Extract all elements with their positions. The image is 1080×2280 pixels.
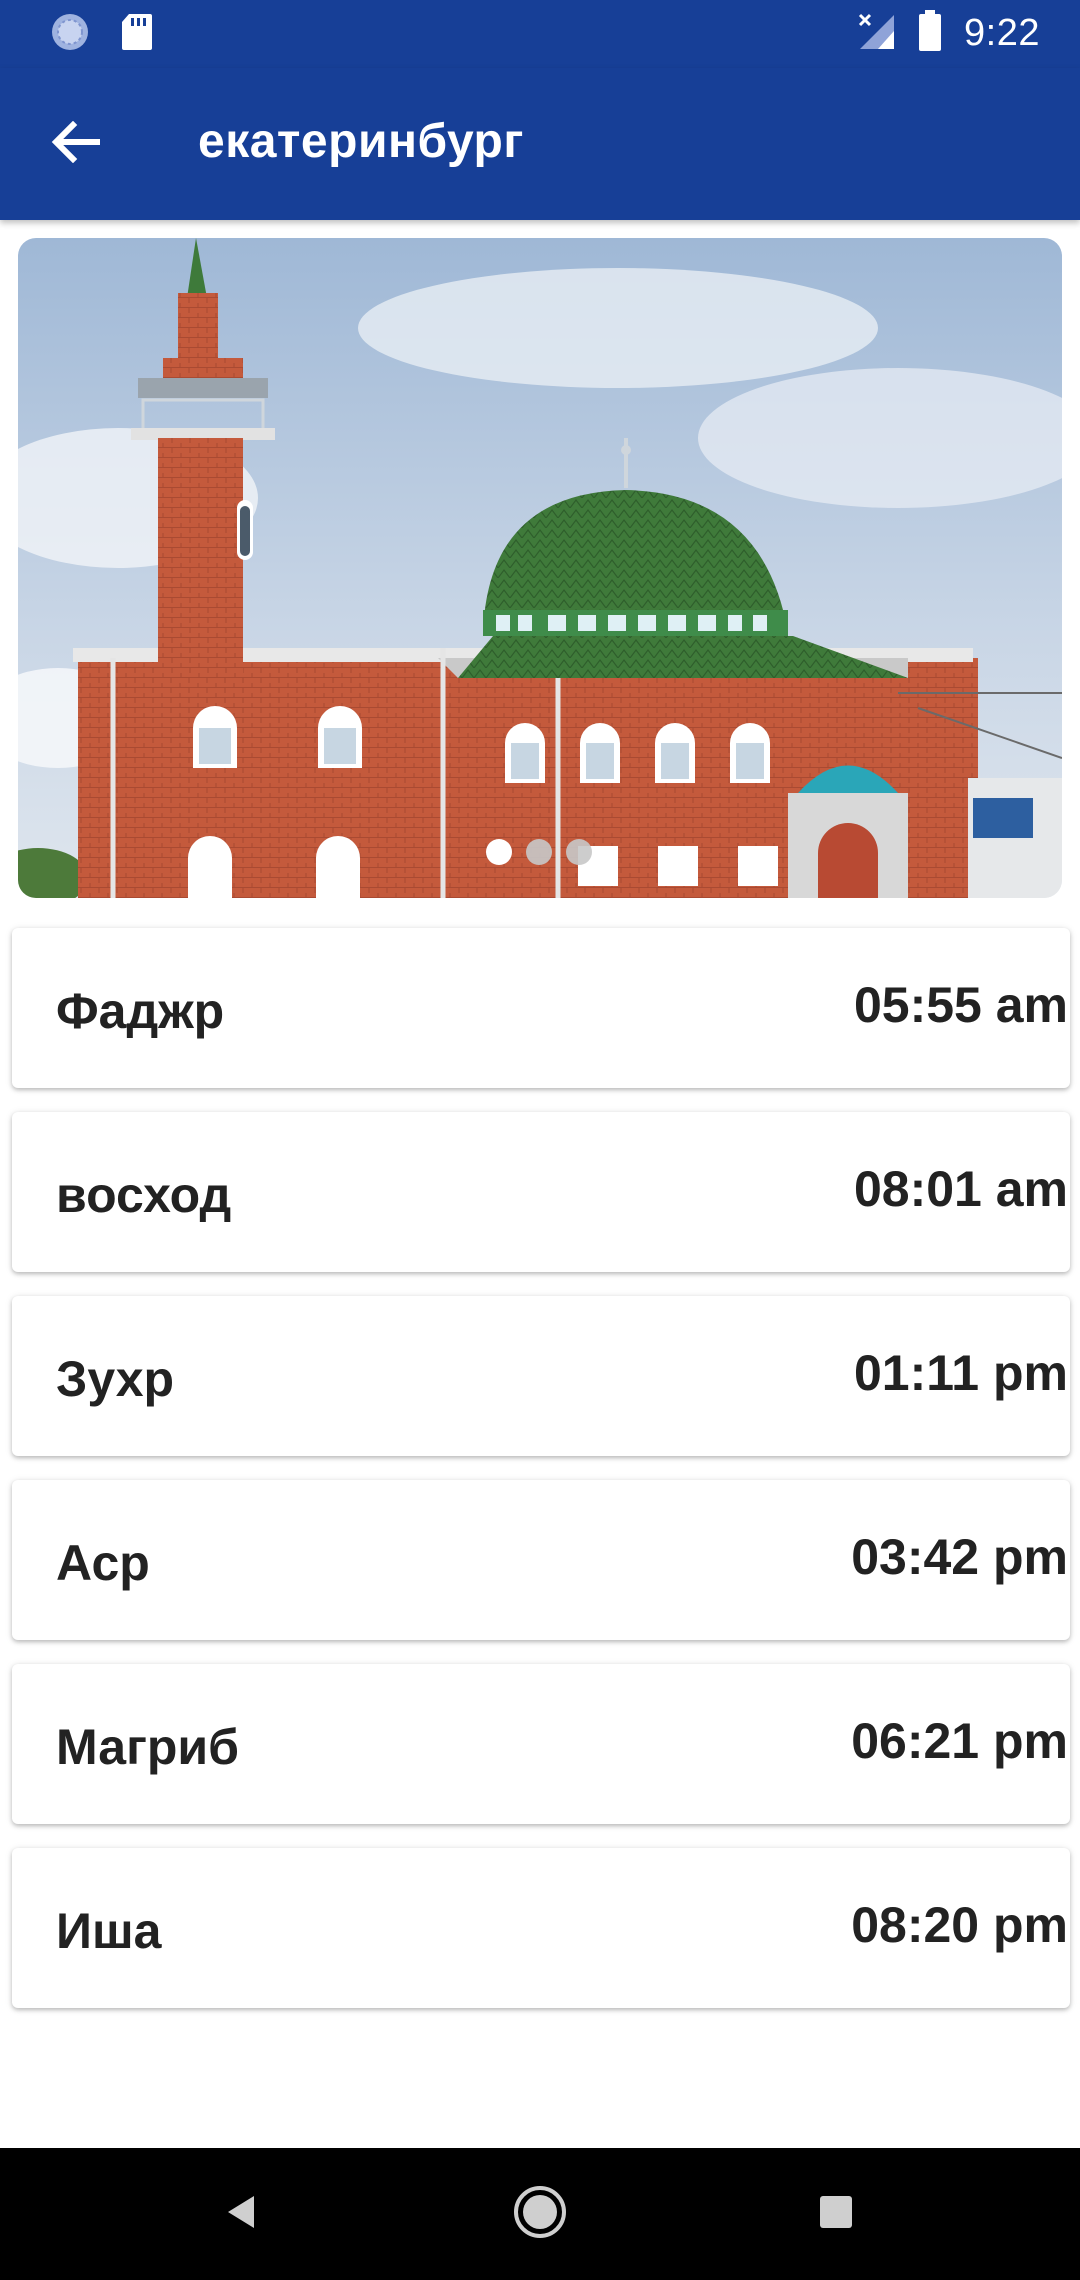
prayer-name: Аср (56, 1535, 150, 1591)
sd-card-icon (120, 12, 154, 57)
page-title: екатеринбург (198, 115, 524, 168)
prayer-name: Фаджр (56, 983, 225, 1039)
prayer-row-fajr[interactable]: Фаджр 05:55 am (12, 928, 1070, 1088)
back-triangle-icon (222, 2192, 262, 2237)
prayer-time: 08:20 pm (851, 1897, 1068, 1953)
carousel-dot[interactable] (486, 839, 512, 865)
prayer-name: Зухр (56, 1351, 175, 1407)
sync-icon (50, 12, 90, 57)
recents-square-icon (818, 2194, 854, 2235)
home-circle-icon (512, 2184, 568, 2245)
app-bar: екатеринбург (0, 68, 1080, 220)
carousel-indicator (486, 839, 592, 865)
prayer-name: восход (56, 1167, 232, 1223)
prayer-row-isha[interactable]: Иша 08:20 pm (12, 1848, 1070, 2008)
carousel-dot[interactable] (566, 839, 592, 865)
carousel-dot[interactable] (526, 839, 552, 865)
prayer-time: 06:21 pm (851, 1713, 1068, 1769)
prayer-time: 05:55 am (853, 977, 1068, 1033)
prayer-times-list: Фаджр 05:55 am восход 08:01 am Зухр 01:1… (12, 928, 1070, 2032)
status-clock: 9:22 (964, 12, 1040, 54)
signal-off-icon (856, 11, 896, 56)
prayer-time: 01:11 pm (853, 1345, 1068, 1401)
status-bar: 9:22 (0, 0, 1080, 68)
prayer-row-asr[interactable]: Аср 03:42 pm (12, 1480, 1070, 1640)
nav-back-button[interactable] (210, 2182, 274, 2246)
prayer-name: Магриб (56, 1719, 240, 1775)
prayer-time: 03:42 pm (851, 1529, 1068, 1585)
nav-recents-button[interactable] (804, 2182, 868, 2246)
mosque-photo (18, 238, 1062, 898)
prayer-row-maghrib[interactable]: Магриб 06:21 pm (12, 1664, 1070, 1824)
prayer-name: Иша (56, 1903, 162, 1959)
battery-icon (918, 10, 942, 57)
arrow-left-icon (51, 120, 101, 168)
system-nav-bar (0, 2148, 1080, 2280)
back-button[interactable] (44, 112, 108, 176)
prayer-row-sunrise[interactable]: восход 08:01 am (12, 1112, 1070, 1272)
nav-home-button[interactable] (508, 2182, 572, 2246)
prayer-time: 08:01 am (853, 1161, 1068, 1217)
prayer-row-dhuhr[interactable]: Зухр 01:11 pm (12, 1296, 1070, 1456)
image-carousel[interactable] (18, 238, 1062, 898)
